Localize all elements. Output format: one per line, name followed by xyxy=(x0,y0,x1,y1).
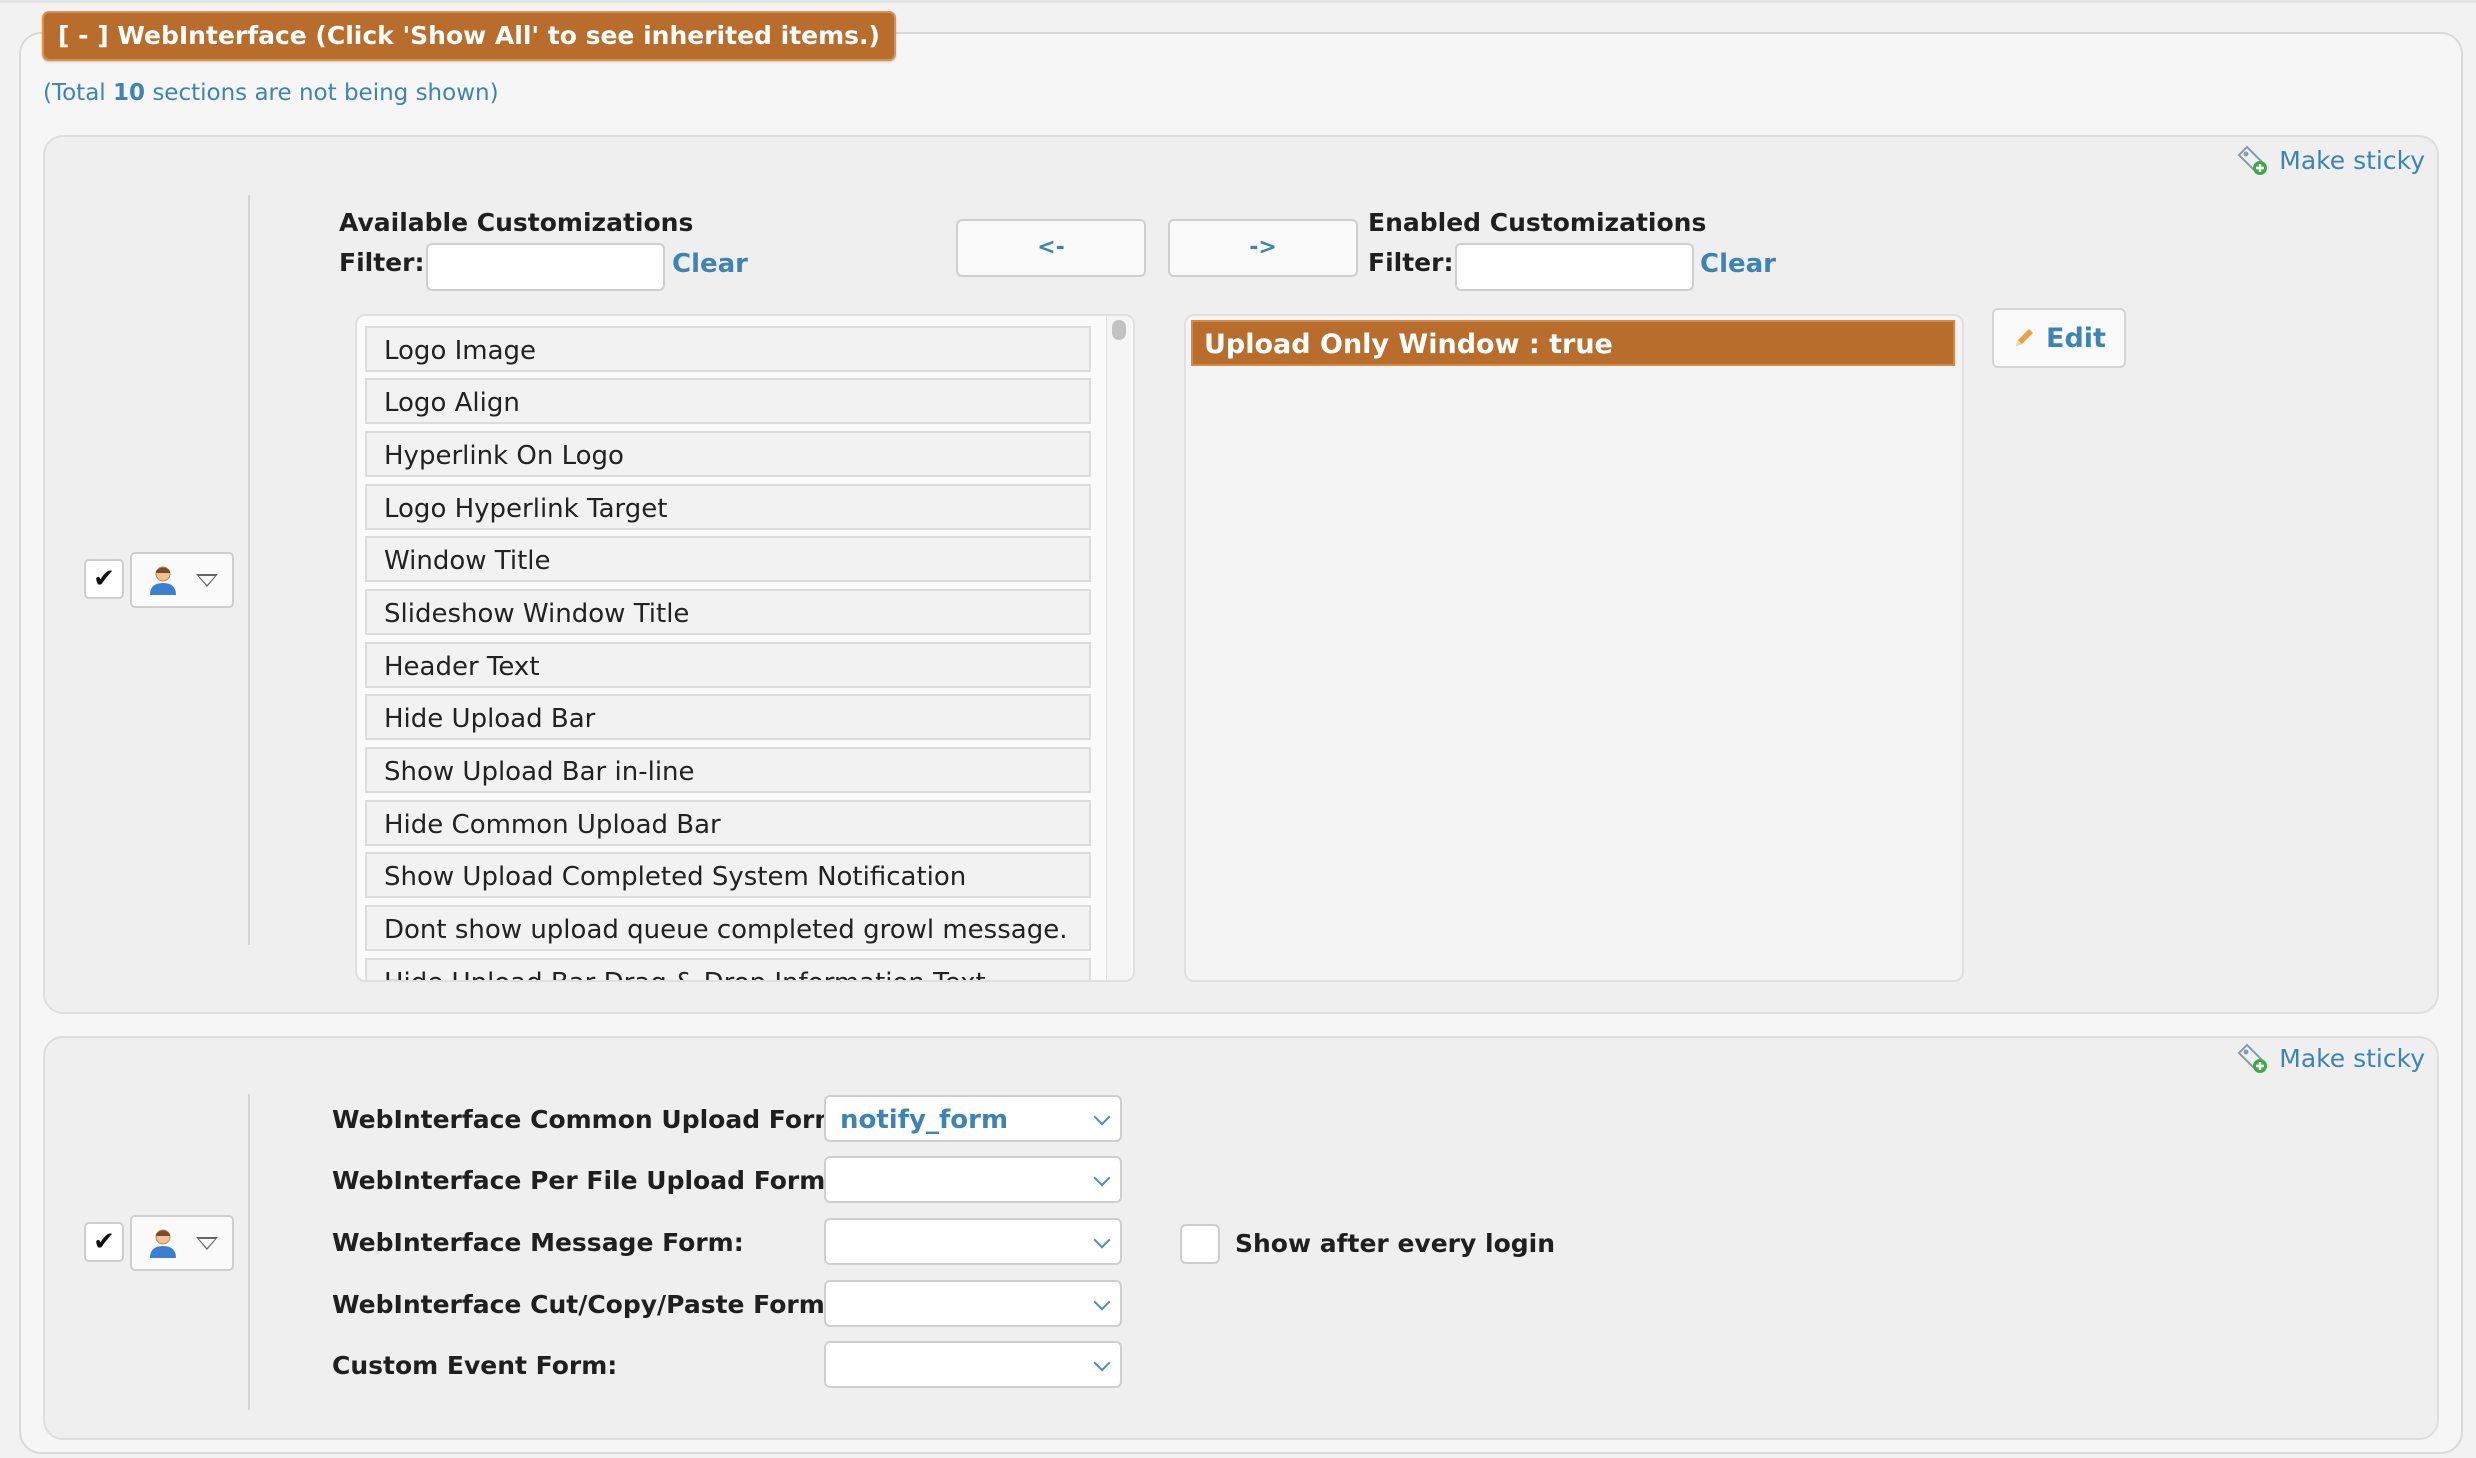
cut-copy-paste-form-label: WebInterface Cut/Copy/Paste Form: xyxy=(332,1290,835,1319)
dropdown-triangle-icon xyxy=(196,1236,218,1250)
list-item[interactable]: Dont show upload queue completed growl m… xyxy=(365,905,1091,951)
enable-checkbox[interactable]: ✔ xyxy=(84,1222,124,1262)
sticky-tag-icon xyxy=(2237,1043,2268,1073)
available-filter-input[interactable] xyxy=(426,243,665,291)
per-file-form-label: WebInterface Per File Upload Form: xyxy=(332,1166,836,1195)
section-toggle-title[interactable]: [ - ] WebInterface (Click 'Show All' to … xyxy=(42,11,896,61)
custom-event-form-select[interactable] xyxy=(824,1341,1122,1388)
list-item[interactable]: Show Upload Bar in-line xyxy=(365,747,1091,793)
make-sticky-link[interactable]: Make sticky xyxy=(2235,143,2425,177)
user-icon xyxy=(150,1229,176,1258)
list-item[interactable]: Show Upload Completed System Notificatio… xyxy=(365,852,1091,898)
show-after-login-label: Show after every login xyxy=(1235,1229,1556,1258)
cut-copy-paste-form-select[interactable] xyxy=(824,1280,1122,1327)
enabled-list-item[interactable]: Upload Only Window : true xyxy=(1191,320,1955,366)
enabled-filter-input[interactable] xyxy=(1455,243,1694,291)
show-after-login-checkbox[interactable] xyxy=(1180,1224,1220,1264)
available-filter-label: Filter: xyxy=(339,248,425,277)
enabled-heading: Enabled Customizations xyxy=(1368,208,1707,237)
common-upload-form-select[interactable]: notify_form xyxy=(824,1095,1122,1142)
list-item[interactable]: Logo Image xyxy=(365,326,1091,372)
list-item[interactable]: Hyperlink On Logo xyxy=(365,431,1091,477)
list-item[interactable]: Logo Hyperlink Target xyxy=(365,484,1091,530)
available-list[interactable]: Logo Image Logo Align Hyperlink On Logo … xyxy=(355,314,1135,982)
common-upload-form-label: WebInterface Common Upload Form: xyxy=(332,1105,851,1134)
list-item[interactable]: Window Title xyxy=(365,536,1091,582)
list-item[interactable]: Header Text xyxy=(365,642,1091,688)
hidden-count: 10 xyxy=(113,80,146,106)
move-right-button[interactable]: -> xyxy=(1168,219,1358,277)
per-file-form-select[interactable] xyxy=(824,1156,1122,1203)
make-sticky-label: Make sticky xyxy=(2279,145,2425,175)
move-left-button[interactable]: <- xyxy=(956,219,1146,277)
permission-dropdown[interactable] xyxy=(130,1215,234,1271)
edit-button[interactable]: Edit xyxy=(1992,308,2126,368)
permission-dropdown[interactable] xyxy=(130,552,234,608)
edit-label: Edit xyxy=(2046,322,2106,354)
list-item[interactable]: Slideshow Window Title xyxy=(365,589,1091,635)
list-item[interactable]: Hide Upload Bar xyxy=(365,694,1091,740)
forms-card: Make sticky ✔ WebInterface Common Upload… xyxy=(43,1036,2439,1440)
top-divider xyxy=(0,0,2476,3)
make-sticky-link[interactable]: Make sticky xyxy=(2235,1041,2425,1075)
hidden-note-suffix: sections are not being shown) xyxy=(145,80,499,106)
list-scrollbar[interactable] xyxy=(1106,316,1131,980)
customizations-card: Make sticky ✔ Available Customizations F… xyxy=(43,135,2439,1014)
checkmark-icon: ✔ xyxy=(93,564,115,594)
available-heading: Available Customizations xyxy=(339,208,694,237)
hidden-sections-note: (Total 10 sections are not being shown) xyxy=(43,80,499,106)
message-form-label: WebInterface Message Form: xyxy=(332,1228,744,1257)
message-form-select[interactable] xyxy=(824,1218,1122,1265)
hidden-note-prefix: (Total xyxy=(43,80,113,106)
pencil-icon xyxy=(2016,329,2034,346)
sticky-tag-icon xyxy=(2237,145,2268,175)
scrollbar-thumb[interactable] xyxy=(1112,320,1126,340)
enabled-filter-label: Filter: xyxy=(1368,248,1454,277)
checkmark-icon: ✔ xyxy=(93,1227,115,1257)
dropdown-triangle-icon xyxy=(196,573,218,587)
enabled-list[interactable]: Upload Only Window : true xyxy=(1184,314,1964,982)
enabled-clear-link[interactable]: Clear xyxy=(1700,249,1776,279)
list-item[interactable]: Logo Align xyxy=(365,378,1091,424)
make-sticky-label: Make sticky xyxy=(2279,1043,2425,1073)
enable-checkbox[interactable]: ✔ xyxy=(84,559,124,599)
available-clear-link[interactable]: Clear xyxy=(672,249,748,279)
vertical-divider xyxy=(248,195,250,945)
custom-event-form-label: Custom Event Form: xyxy=(332,1351,618,1380)
list-item[interactable]: Hide Upload Bar Drag & Drop Information … xyxy=(365,958,1091,980)
user-icon xyxy=(150,566,176,595)
vertical-divider xyxy=(248,1094,250,1410)
list-item[interactable]: Hide Common Upload Bar xyxy=(365,800,1091,846)
